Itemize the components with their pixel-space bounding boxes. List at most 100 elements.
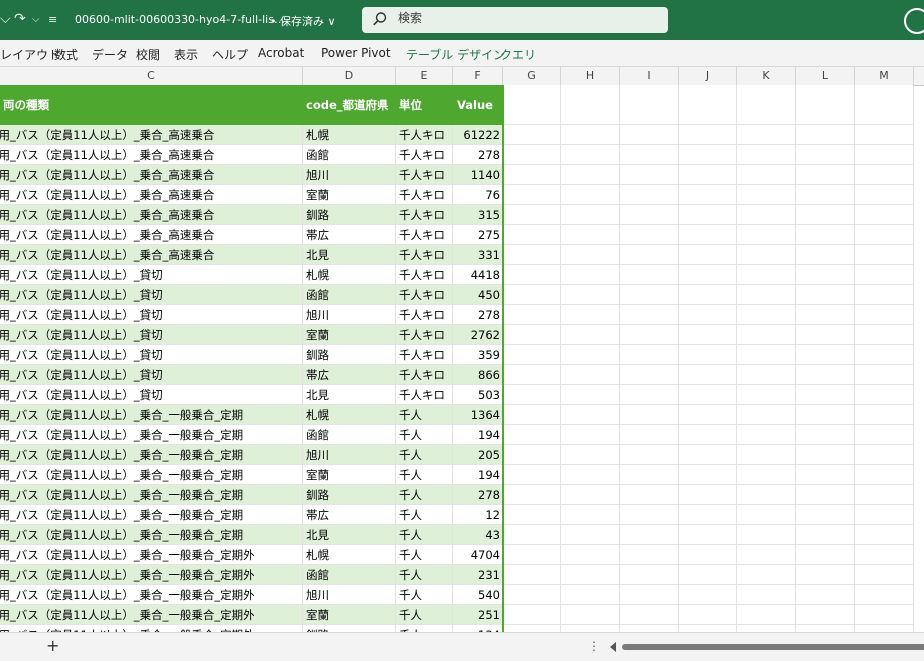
empty-cell[interactable] xyxy=(679,505,737,525)
empty-cell[interactable] xyxy=(620,505,679,525)
cell-value[interactable]: 450 xyxy=(453,285,503,305)
cell-vehicle-type[interactable]: 業用_バス（定員11人以上）_貸切 xyxy=(0,365,303,385)
cell-vehicle-type[interactable]: 業用_バス（定員11人以上）_乗合_一般乗合_定期 xyxy=(0,425,303,445)
cell-value[interactable]: 315 xyxy=(453,205,503,225)
empty-cell[interactable] xyxy=(620,325,679,345)
cell-value[interactable]: 278 xyxy=(453,485,503,505)
empty-cell[interactable] xyxy=(679,285,737,305)
cell-vehicle-type[interactable]: 業用_バス（定員11人以上）_乗合_一般乗合_定期外 xyxy=(0,605,303,625)
empty-cell[interactable] xyxy=(561,325,620,345)
empty-cell[interactable] xyxy=(561,485,620,505)
empty-cell[interactable] xyxy=(561,205,620,225)
undo-dropdown-icon[interactable]: ⌵ xyxy=(0,11,11,27)
cell-vehicle-type[interactable]: 業用_バス（定員11人以上）_乗合_一般乗合_定期 xyxy=(0,445,303,465)
empty-cell[interactable] xyxy=(679,85,737,125)
tab-page-layout[interactable]: レイアウト xyxy=(0,46,60,63)
empty-cell[interactable] xyxy=(620,305,679,325)
empty-cell[interactable] xyxy=(503,545,561,565)
empty-cell[interactable] xyxy=(620,585,679,605)
header-vehicle-type[interactable]: 両の種類 xyxy=(0,85,303,125)
redo-icon[interactable]: ↷ xyxy=(14,11,26,27)
empty-cell[interactable] xyxy=(737,505,796,525)
cell-prefecture[interactable]: 函館 xyxy=(303,565,396,585)
empty-cell[interactable] xyxy=(679,305,737,325)
cell-prefecture[interactable]: 北見 xyxy=(303,525,396,545)
empty-cell[interactable] xyxy=(855,285,914,305)
empty-cell[interactable] xyxy=(679,385,737,405)
empty-cell[interactable] xyxy=(855,405,914,425)
cell-vehicle-type[interactable]: 業用_バス（定員11人以上）_乗合_高速乗合 xyxy=(0,205,303,225)
empty-cell[interactable] xyxy=(620,425,679,445)
cell-prefecture[interactable]: 旭川 xyxy=(303,445,396,465)
cell-vehicle-type[interactable]: 業用_バス（定員11人以上）_乗合_高速乗合 xyxy=(0,165,303,185)
cell-value[interactable]: 1140 xyxy=(453,165,503,185)
cell-value[interactable]: 76 xyxy=(453,185,503,205)
empty-cell[interactable] xyxy=(503,605,561,625)
empty-cell[interactable] xyxy=(620,245,679,265)
empty-cell[interactable] xyxy=(796,325,855,345)
empty-cell[interactable] xyxy=(503,185,561,205)
column-header-g[interactable]: G xyxy=(503,67,561,85)
cell-vehicle-type[interactable]: 業用_バス（定員11人以上）_乗合_高速乗合 xyxy=(0,185,303,205)
empty-cell[interactable] xyxy=(796,465,855,485)
empty-cell[interactable] xyxy=(503,585,561,605)
cell-unit[interactable]: 千人キロ xyxy=(396,165,453,185)
tab-data[interactable]: データ xyxy=(92,46,128,63)
empty-cell[interactable] xyxy=(679,185,737,205)
cell-prefecture[interactable]: 札幌 xyxy=(303,125,396,145)
cell-vehicle-type[interactable]: 業用_バス（定員11人以上）_貸切 xyxy=(0,345,303,365)
cell-unit[interactable]: 千人キロ xyxy=(396,125,453,145)
scroll-left-arrow-icon[interactable] xyxy=(610,642,616,652)
empty-cell[interactable] xyxy=(679,405,737,425)
cell-vehicle-type[interactable]: 業用_バス（定員11人以上）_乗合_高速乗合 xyxy=(0,145,303,165)
empty-cell[interactable] xyxy=(796,605,855,625)
empty-cell[interactable] xyxy=(796,545,855,565)
empty-cell[interactable] xyxy=(561,585,620,605)
cell-unit[interactable]: 千人キロ xyxy=(396,385,453,405)
cell-prefecture[interactable]: 函館 xyxy=(303,285,396,305)
empty-cell[interactable] xyxy=(503,305,561,325)
cell-value[interactable]: 4704 xyxy=(453,545,503,565)
empty-cell[interactable] xyxy=(503,425,561,445)
column-header-l[interactable]: L xyxy=(796,67,855,85)
empty-cell[interactable] xyxy=(796,385,855,405)
empty-cell[interactable] xyxy=(796,565,855,585)
cell-value[interactable]: 1364 xyxy=(453,405,503,425)
empty-cell[interactable] xyxy=(679,365,737,385)
empty-cell[interactable] xyxy=(796,585,855,605)
empty-cell[interactable] xyxy=(620,265,679,285)
cell-vehicle-type[interactable]: 業用_バス（定員11人以上）_乗合_高速乗合 xyxy=(0,125,303,145)
empty-cell[interactable] xyxy=(561,85,620,125)
empty-cell[interactable] xyxy=(855,225,914,245)
empty-cell[interactable] xyxy=(737,465,796,485)
empty-cell[interactable] xyxy=(737,185,796,205)
cell-prefecture[interactable]: 釧路 xyxy=(303,625,396,632)
empty-cell[interactable] xyxy=(855,445,914,465)
empty-cell[interactable] xyxy=(561,365,620,385)
empty-cell[interactable] xyxy=(679,125,737,145)
empty-cell[interactable] xyxy=(561,505,620,525)
cell-unit[interactable]: 千人キロ xyxy=(396,145,453,165)
header-value[interactable]: Value xyxy=(453,85,503,125)
empty-cell[interactable] xyxy=(796,145,855,165)
empty-cell[interactable] xyxy=(620,345,679,365)
empty-cell[interactable] xyxy=(620,85,679,125)
column-header-f[interactable]: F xyxy=(453,67,503,85)
cell-unit[interactable]: 千人 xyxy=(396,605,453,625)
cell-unit[interactable]: 千人キロ xyxy=(396,225,453,245)
empty-cell[interactable] xyxy=(561,225,620,245)
cell-prefecture[interactable]: 室蘭 xyxy=(303,465,396,485)
empty-cell[interactable] xyxy=(855,345,914,365)
empty-cell[interactable] xyxy=(679,565,737,585)
column-header-c[interactable]: C xyxy=(0,67,303,85)
empty-cell[interactable] xyxy=(737,125,796,145)
cell-vehicle-type[interactable]: 業用_バス（定員11人以上）_貸切 xyxy=(0,305,303,325)
empty-cell[interactable] xyxy=(620,145,679,165)
empty-cell[interactable] xyxy=(679,485,737,505)
empty-cell[interactable] xyxy=(855,585,914,605)
empty-cell[interactable] xyxy=(679,225,737,245)
empty-cell[interactable] xyxy=(855,465,914,485)
cell-prefecture[interactable]: 札幌 xyxy=(303,265,396,285)
empty-cell[interactable] xyxy=(737,365,796,385)
cell-prefecture[interactable]: 旭川 xyxy=(303,585,396,605)
